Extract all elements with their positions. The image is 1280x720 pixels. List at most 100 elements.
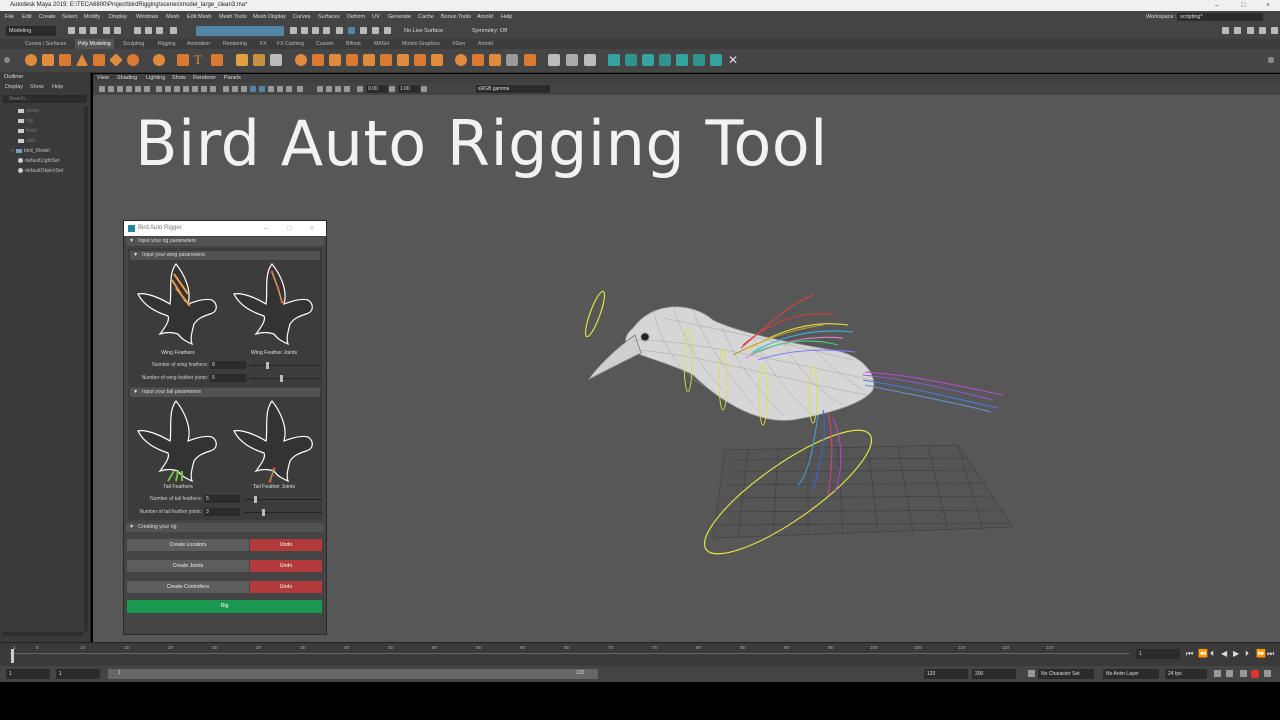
grease-pencil-icon[interactable] (144, 86, 150, 92)
menu-modify[interactable]: Modify (84, 11, 100, 23)
step-back-icon[interactable]: ⏪ (1198, 649, 1208, 658)
play-backwards-icon[interactable]: ◀ (1221, 649, 1227, 658)
super-shape-icon[interactable] (177, 54, 189, 66)
wing-joints-slider[interactable] (250, 375, 322, 382)
open-scene-icon[interactable] (79, 27, 86, 34)
menu-edit-mesh[interactable]: Edit Mesh (187, 11, 211, 23)
grid-icon[interactable] (156, 86, 162, 92)
separate-icon[interactable] (253, 54, 265, 66)
uv-editor-icon[interactable] (548, 54, 560, 66)
viewport-menu-lighting[interactable]: Lighting (146, 74, 165, 83)
outliner-menu-show[interactable]: Show (30, 84, 44, 90)
shadows-icon[interactable] (268, 86, 274, 92)
target-weld-icon[interactable] (397, 54, 409, 66)
motion-blur-icon[interactable] (286, 86, 292, 92)
workspace-dropdown[interactable]: scripting* (1177, 13, 1263, 21)
sidebar-toggle-icon[interactable] (1271, 27, 1278, 34)
magnet-icon[interactable] (360, 27, 367, 34)
menu-mesh[interactable]: Mesh (166, 11, 179, 23)
poly-disc-icon[interactable] (127, 54, 139, 66)
rig-minimize-button[interactable]: – (264, 221, 268, 236)
shelf-tab-motion-graphics[interactable]: Motion Graphics (402, 39, 440, 49)
reverse-normals-icon[interactable] (676, 54, 688, 66)
undo-icon[interactable] (103, 27, 110, 34)
bridge-icon[interactable] (329, 54, 341, 66)
bird-auto-rigger-window[interactable]: Bird Auto Rigger – □ × ▼ Input your rig p… (123, 220, 327, 635)
color-space-dropdown[interactable]: sRGB gamma (476, 85, 550, 93)
slider-handle[interactable] (254, 496, 257, 503)
outliner-item-bird-model[interactable]: + bird_Model (11, 148, 50, 154)
auto-map-icon[interactable] (584, 54, 596, 66)
shelf-tab-bifrost[interactable]: Bifrost (346, 39, 361, 49)
svg-tool-icon[interactable] (211, 54, 223, 66)
character-set-dropdown[interactable]: No Character Set (1038, 669, 1094, 679)
textured-icon[interactable] (250, 86, 256, 92)
outliner-item-side[interactable]: side (18, 138, 36, 144)
isolate-select-icon[interactable] (317, 86, 323, 92)
hypershade-icon[interactable] (1259, 27, 1266, 34)
wing-joints-field[interactable]: 5 (210, 374, 246, 382)
menu-help[interactable]: Help (501, 11, 512, 23)
section-creating-rig[interactable]: ▼ Creating your rig (126, 523, 324, 532)
outliner-item-top[interactable]: top (18, 118, 33, 124)
animation-start-field[interactable]: 1 (6, 669, 50, 679)
viewport-menu-panels[interactable]: Panels (224, 74, 241, 83)
poly-sphere-icon[interactable] (25, 54, 37, 66)
current-frame-field[interactable]: 1 (1136, 649, 1180, 659)
view-transform-icon[interactable] (421, 86, 427, 92)
menu-cache[interactable]: Cache (418, 11, 434, 23)
section-rig-parameters[interactable]: ▼ Input your rig parameters (126, 237, 324, 246)
wireframe-on-shaded-icon[interactable] (241, 86, 247, 92)
shelf-tab-rigging[interactable]: Rigging (158, 39, 176, 49)
select-camera-icon[interactable] (99, 86, 105, 92)
smooth-icon[interactable] (270, 54, 282, 66)
shelf-options-icon[interactable] (4, 57, 10, 63)
set-to-face-icon[interactable] (693, 54, 705, 66)
outliner-item-default-object-set[interactable]: defaultObjectSet (18, 168, 63, 174)
xray-joints-icon[interactable] (335, 86, 341, 92)
poly-cube-icon[interactable] (42, 54, 54, 66)
menu-windows[interactable]: Windows (136, 11, 158, 23)
menu-mesh-display[interactable]: Mesh Display (253, 11, 286, 23)
symmetry-field[interactable]: Symmetry: Off (472, 28, 507, 34)
menu-curves[interactable]: Curves (293, 11, 310, 23)
slider-handle[interactable] (280, 375, 283, 382)
menu-file[interactable]: File (5, 11, 14, 23)
image-plane-icon[interactable] (126, 86, 132, 92)
rig-close-button[interactable]: × (310, 221, 314, 236)
safe-action-icon[interactable] (201, 86, 207, 92)
slider-handle[interactable] (266, 362, 269, 369)
outliner-menu-display[interactable]: Display (5, 84, 23, 90)
select-object-icon[interactable] (145, 27, 152, 34)
construction-icon[interactable] (384, 27, 391, 34)
shelf-tab-fx-caching[interactable]: FX Caching (277, 39, 304, 49)
poly-torus-icon[interactable] (93, 54, 105, 66)
mode-dropdown[interactable]: Modeling (6, 26, 56, 36)
menu-mesh-tools[interactable]: Mesh Tools (219, 11, 247, 23)
save-scene-icon[interactable] (90, 27, 97, 34)
shelf-tab-xgen[interactable]: XGen (452, 39, 465, 49)
xray-icon[interactable] (326, 86, 332, 92)
section-tail-parameters[interactable]: ▼ Input your tail parameters (130, 388, 320, 397)
tail-feathers-slider[interactable] (244, 496, 322, 503)
outliner-hscrollbar[interactable] (3, 632, 83, 636)
multi-cut-icon[interactable] (380, 54, 392, 66)
xray-components-icon[interactable] (344, 86, 350, 92)
tail-joints-slider[interactable] (244, 509, 322, 516)
fill-hole-icon[interactable] (363, 54, 375, 66)
poly-cylinder-icon[interactable] (59, 54, 71, 66)
menu-arnold[interactable]: Arnold (477, 11, 493, 23)
step-forward-key-icon[interactable]: ⏵ (1245, 649, 1249, 659)
harden-edge-icon[interactable] (659, 54, 671, 66)
viewport-menu-show[interactable]: Show (172, 74, 186, 83)
viewport-menu-renderer[interactable]: Renderer (193, 74, 216, 83)
mirror-icon[interactable] (431, 54, 443, 66)
menu-surfaces[interactable]: Surfaces (318, 11, 340, 23)
tail-feathers-field[interactable]: 5 (204, 495, 240, 503)
antialias-icon[interactable] (297, 86, 303, 92)
close-button[interactable]: × (1266, 0, 1270, 11)
outliner-search-input[interactable]: Search... (3, 95, 87, 103)
bevel-icon[interactable] (346, 54, 358, 66)
viewport-menu-shading[interactable]: Shading (117, 74, 137, 83)
auto-key-icon[interactable] (1251, 670, 1259, 678)
